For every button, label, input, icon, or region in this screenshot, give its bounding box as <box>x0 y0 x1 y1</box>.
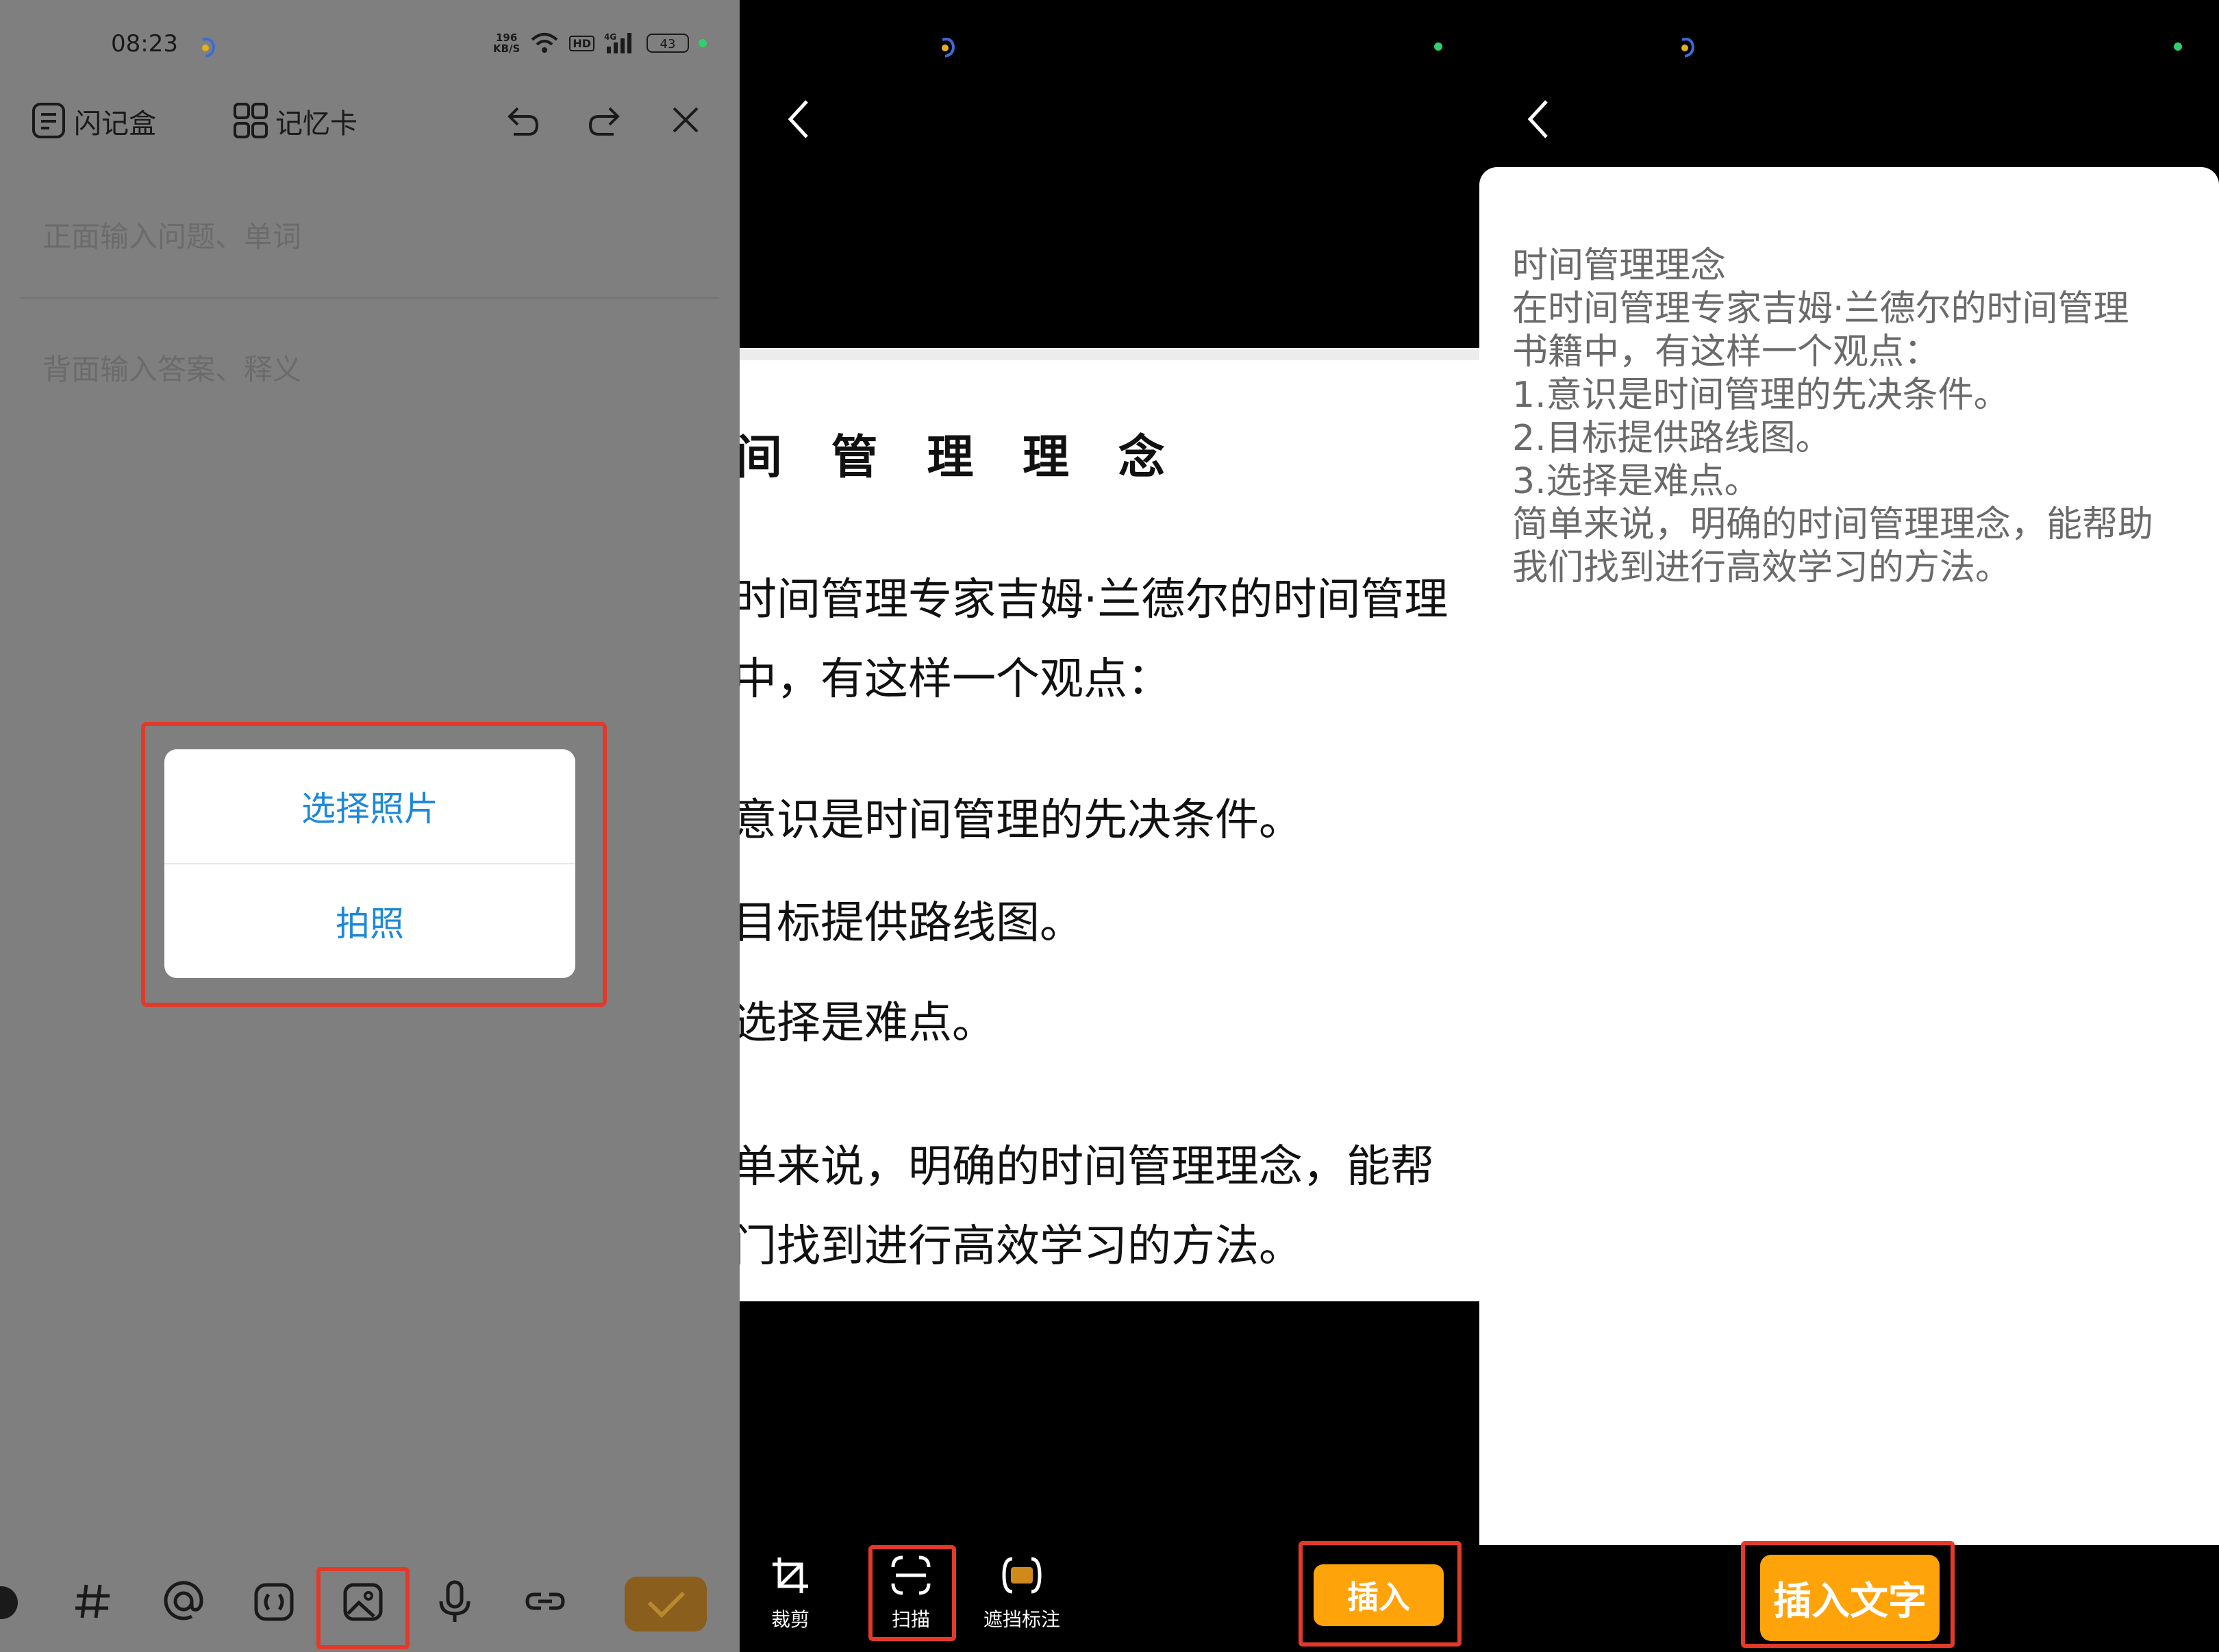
editor-toolbar: 闪记盒 记忆卡 <box>0 95 740 158</box>
choose-photo-option[interactable]: 选择照片 <box>164 749 575 863</box>
ocr-line: 书籍中，有这样一个观点： <box>1512 331 1940 373</box>
front-input[interactable]: 正面输入问题、单词 <box>42 214 301 255</box>
memory-cards-button[interactable]: 记忆卡 <box>233 101 358 141</box>
scan-tool[interactable]: 扫描 <box>890 1555 931 1632</box>
notes-box-button[interactable]: 闪记盒 <box>32 101 156 141</box>
app-notification-icon <box>202 38 216 58</box>
link-icon[interactable] <box>523 1579 567 1623</box>
document-line: 中，有这样一个观点： <box>740 654 1171 705</box>
ocr-text[interactable]: 时间管理理念 在时间管理专家吉姆·兰德尔的时间管理 书籍中，有这样一个观点： 1.意识… <box>1512 201 2153 633</box>
ocr-line: 时间管理理念 <box>1512 245 1727 286</box>
back-icon[interactable] <box>1525 97 1552 141</box>
redo-icon[interactable] <box>586 104 623 138</box>
confirm-button[interactable] <box>625 1577 707 1631</box>
ocr-line: 在时间管理专家吉姆·兰德尔的时间管理 <box>1512 288 2129 329</box>
field-divider <box>21 297 719 299</box>
svg-text:4G: 4G <box>604 32 616 42</box>
document-text: 间 管 理 理 念 时间管理专家吉姆·兰德尔的时间管理 中，有这样一个观点： 意… <box>740 0 1479 1652</box>
scan-icon <box>891 1555 931 1595</box>
app-notification-icon <box>1681 38 1695 58</box>
take-photo-option[interactable]: 拍照 <box>164 864 575 978</box>
mask-icon <box>1002 1557 1042 1594</box>
hd-badge: HD <box>569 35 594 51</box>
network-speed: 196 KB/S <box>492 32 521 55</box>
crop-icon <box>773 1557 808 1593</box>
crop-label: 裁剪 <box>770 1608 810 1631</box>
privacy-dot <box>699 39 707 47</box>
checkmark-icon <box>647 1591 686 1618</box>
memory-cards-icon <box>234 103 268 138</box>
insert-text-button[interactable]: 插入文字 <box>1760 1555 1940 1641</box>
notes-box-icon <box>32 103 65 138</box>
privacy-dot <box>2174 42 2182 51</box>
document-title: 间 管 理 理 念 <box>740 431 1181 485</box>
document-line: 选择是难点。 <box>740 998 996 1049</box>
mask-annotate-tool[interactable]: 遮挡标注 <box>983 1555 1060 1632</box>
microphone-icon[interactable] <box>436 1579 474 1625</box>
battery-indicator: 43 <box>647 34 689 53</box>
memory-cards-label: 记忆卡 <box>275 108 358 140</box>
document-line: 单来说，明确的时间管理理念，能帮 <box>740 1142 1434 1192</box>
document-line: 意识是时间管理的先决条件。 <box>740 795 1303 846</box>
close-icon[interactable] <box>670 104 701 136</box>
back-input[interactable]: 背面输入答案、释义 <box>42 347 301 388</box>
image-source-popup: 选择照片 拍照 <box>164 749 575 978</box>
undo-icon[interactable] <box>504 104 541 138</box>
insert-button[interactable]: 插入 <box>1314 1564 1444 1626</box>
ocr-line: 我们找到进行高效学习的方法。 <box>1512 547 2011 588</box>
ocr-line: 2.目标提供路线图。 <box>1512 418 1831 459</box>
status-time: 08:23 <box>111 30 178 58</box>
document-line: 目标提供路线图。 <box>740 898 1083 949</box>
ocr-line: 1.意识是时间管理的先决条件。 <box>1512 375 2009 416</box>
document-line: 门找到进行高效学习的方法。 <box>740 1221 1303 1272</box>
ocr-line: 3.选择是难点。 <box>1512 461 1760 502</box>
image-icon[interactable] <box>341 1579 385 1623</box>
flashcard-editor-panel: 08:23 196 KB/S HD 4G 43 闪记盒 记忆卡 正面输入问题、单… <box>0 0 740 1652</box>
color-dot-icon[interactable] <box>0 1579 25 1623</box>
ocr-line: 简单来说，明确的时间管理理念，能帮助 <box>1512 504 2154 545</box>
cellular-signal-icon: 4G <box>604 32 631 53</box>
document-line: 时间管理专家吉姆·兰德尔的时间管理 <box>740 575 1449 625</box>
crop-tool[interactable]: 裁剪 <box>770 1555 811 1632</box>
notes-box-label: 闪记盒 <box>74 108 156 140</box>
ocr-frame-icon[interactable] <box>252 1579 296 1623</box>
scan-label: 扫描 <box>891 1608 930 1631</box>
mention-icon[interactable] <box>162 1579 205 1623</box>
status-icons: 196 KB/S HD 4G 43 <box>493 32 707 55</box>
mask-label: 遮挡标注 <box>983 1608 1061 1631</box>
wifi-icon <box>531 33 558 53</box>
hashtag-icon[interactable] <box>73 1579 114 1623</box>
